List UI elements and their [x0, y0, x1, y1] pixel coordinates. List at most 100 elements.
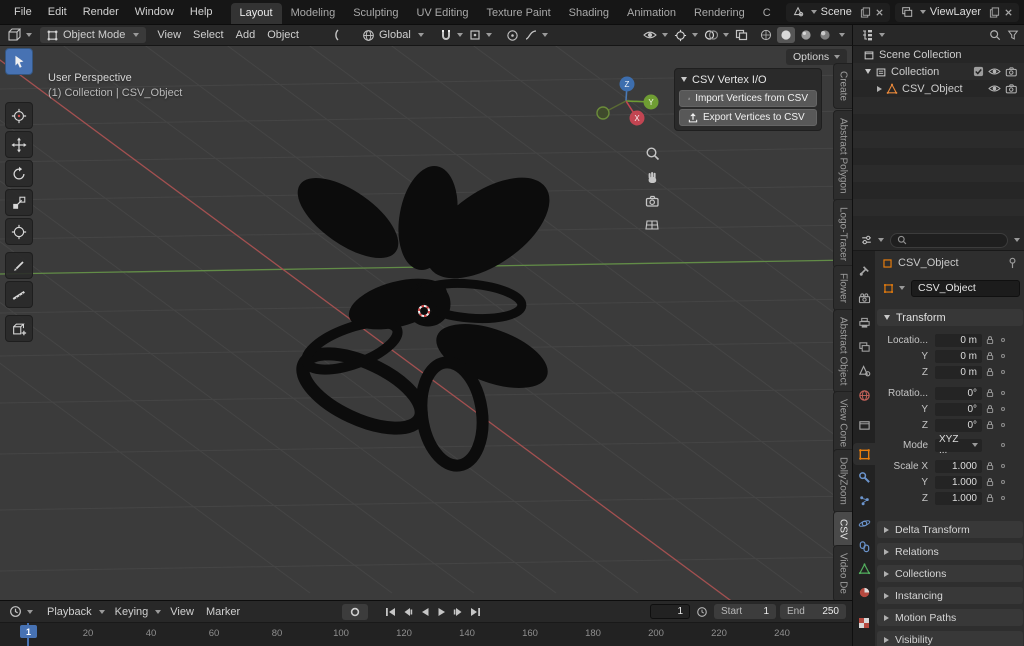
- tab-particles[interactable]: [853, 489, 875, 511]
- animate-dot-icon[interactable]: [1001, 443, 1005, 447]
- sidebar-tab-abstract-object[interactable]: Abstract Object: [833, 309, 852, 393]
- outliner-row-label[interactable]: CSV_Object: [902, 83, 963, 95]
- outliner-row-collection[interactable]: Collection: [853, 63, 1024, 80]
- transform-panel-header[interactable]: Transform: [877, 309, 1023, 326]
- workspace-tab-layout[interactable]: Layout: [231, 3, 282, 24]
- animate-dot-icon[interactable]: [1001, 370, 1005, 374]
- tab-material[interactable]: [853, 581, 875, 603]
- rotation-mode-select[interactable]: XYZ ...: [935, 439, 982, 452]
- hide-eye-icon[interactable]: [988, 66, 1001, 77]
- workspace-tab-modeling[interactable]: Modeling: [282, 3, 345, 24]
- lock-icon[interactable]: [986, 420, 994, 430]
- search-icon[interactable]: [989, 29, 1001, 41]
- sidebar-tab-logo-tracer[interactable]: Logo-Tracer: [833, 199, 852, 269]
- object-name-input[interactable]: CSV_Object: [911, 280, 1020, 297]
- close-icon[interactable]: [1004, 8, 1013, 17]
- editor-type-button[interactable]: [857, 233, 887, 247]
- jump-to-start-button[interactable]: [382, 604, 399, 620]
- new-scene-icon[interactable]: [860, 7, 871, 18]
- panel-instancing[interactable]: Instancing: [877, 587, 1023, 604]
- scale-x-field[interactable]: 1.000: [935, 460, 982, 473]
- snap-target-selector[interactable]: [466, 28, 495, 42]
- shading-rendered-button[interactable]: [817, 27, 833, 43]
- animate-dot-icon[interactable]: [1001, 407, 1005, 411]
- rotation-y-field[interactable]: 0°: [935, 403, 982, 416]
- animate-dot-icon[interactable]: [1001, 480, 1005, 484]
- location-z-field[interactable]: 0 m: [935, 366, 982, 379]
- tab-texture[interactable]: [853, 612, 875, 634]
- lock-icon[interactable]: [986, 493, 994, 503]
- menu-select[interactable]: Select: [187, 27, 230, 43]
- tab-physics[interactable]: [853, 512, 875, 534]
- current-frame-field[interactable]: 1: [650, 604, 690, 619]
- shading-material-button[interactable]: [798, 27, 814, 43]
- sidebar-tab-view-cone[interactable]: View Cone: [833, 391, 852, 455]
- sidebar-tab-video-de[interactable]: Video De: [833, 545, 852, 600]
- animate-dot-icon[interactable]: [1001, 391, 1005, 395]
- new-view-layer-icon[interactable]: [989, 7, 1000, 18]
- sidebar-tab-csv[interactable]: CSV: [833, 511, 852, 548]
- tab-world[interactable]: [853, 384, 875, 406]
- tab-scene[interactable]: [853, 360, 875, 382]
- sidebar-tab-abstract-polygon[interactable]: Abstract Polygon: [833, 110, 852, 202]
- frame-clock-button[interactable]: [694, 606, 710, 618]
- tool-measure[interactable]: [5, 281, 33, 308]
- tool-cursor[interactable]: [5, 102, 33, 129]
- animate-dot-icon[interactable]: [1001, 496, 1005, 500]
- chevron-down-icon[interactable]: [1014, 238, 1020, 242]
- disable-render-camera-icon[interactable]: [1005, 83, 1018, 94]
- workspace-tab-compositing[interactable]: C: [754, 3, 780, 24]
- hide-eye-icon[interactable]: [988, 83, 1001, 94]
- tab-output[interactable]: [853, 312, 875, 334]
- view-layer-icon[interactable]: [901, 6, 913, 18]
- workspace-tab-animation[interactable]: Animation: [618, 3, 685, 24]
- lock-icon[interactable]: [986, 477, 994, 487]
- sidebar-tab-create[interactable]: Create: [833, 63, 852, 109]
- import-vertices-button[interactable]: Import Vertices from CSV: [679, 90, 817, 107]
- lock-icon[interactable]: [986, 351, 994, 361]
- auto-keying-button[interactable]: [342, 604, 368, 620]
- menu-object[interactable]: Object: [261, 27, 305, 43]
- shading-wireframe-button[interactable]: [758, 27, 774, 43]
- tool-transform[interactable]: [5, 218, 33, 245]
- viewport-3d[interactable]: User Perspective (1) Collection | CSV_Ob…: [0, 46, 852, 600]
- workspace-tab-shading[interactable]: Shading: [560, 3, 618, 24]
- workspace-tab-sculpting[interactable]: Sculpting: [344, 3, 407, 24]
- disable-render-camera-icon[interactable]: [1005, 66, 1018, 77]
- pin-icon[interactable]: [1007, 257, 1018, 269]
- tool-add-cube[interactable]: [5, 315, 33, 342]
- outliner-row-label[interactable]: Scene Collection: [879, 49, 962, 61]
- shading-solid-button[interactable]: [777, 27, 795, 43]
- panel-motion-paths[interactable]: Motion Paths: [877, 609, 1023, 626]
- playhead-badge[interactable]: 1: [20, 625, 37, 638]
- filter-funnel-icon[interactable]: [1007, 29, 1019, 41]
- menu-keying[interactable]: Keying: [108, 603, 165, 621]
- panel-delta-transform[interactable]: Delta Transform: [877, 521, 1023, 538]
- rotation-x-field[interactable]: 0°: [935, 387, 982, 400]
- animate-dot-icon[interactable]: [1001, 338, 1005, 342]
- tab-render[interactable]: [853, 287, 875, 309]
- disclosure-down-icon[interactable]: [865, 69, 871, 74]
- navigation-gizmo[interactable]: Z Y X: [596, 69, 660, 133]
- play-reverse-button[interactable]: [416, 604, 433, 620]
- outliner[interactable]: Scene Collection Collection CSV_Object: [852, 46, 1024, 230]
- chevron-down-icon[interactable]: [839, 33, 845, 37]
- menu-view[interactable]: View: [151, 27, 187, 43]
- chevron-down-icon[interactable]: [811, 10, 817, 14]
- scene-icon[interactable]: [792, 6, 804, 18]
- csv-panel-header[interactable]: CSV Vertex I/O: [679, 71, 817, 88]
- editor-type-button[interactable]: [6, 604, 36, 619]
- export-vertices-button[interactable]: Export Vertices to CSV: [679, 109, 817, 126]
- outliner-row-csv-object[interactable]: CSV_Object: [853, 80, 1024, 97]
- lock-icon[interactable]: [986, 388, 994, 398]
- menu-edit[interactable]: Edit: [40, 3, 75, 21]
- object-id-selector[interactable]: [880, 282, 908, 295]
- breadcrumb-object-name[interactable]: CSV_Object: [898, 257, 959, 269]
- menu-window[interactable]: Window: [127, 3, 182, 21]
- tab-modifiers[interactable]: [853, 466, 875, 488]
- tool-select-box[interactable]: [5, 48, 33, 75]
- outliner-row-scene-collection[interactable]: Scene Collection: [853, 46, 1024, 63]
- lock-icon[interactable]: [986, 367, 994, 377]
- menu-render[interactable]: Render: [75, 3, 127, 21]
- close-icon[interactable]: [875, 8, 884, 17]
